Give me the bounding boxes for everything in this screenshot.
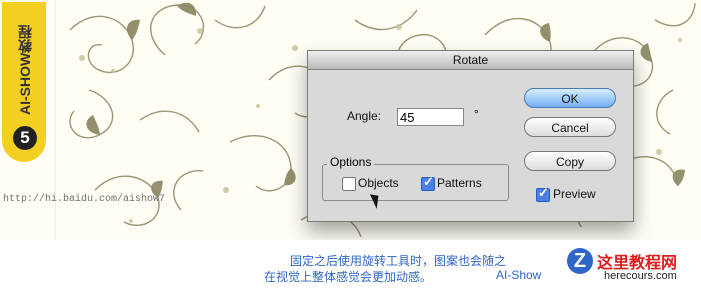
- site-logo-icon: Z: [567, 248, 593, 274]
- source-link-text: http://hi.baidu.com/aishow7: [3, 193, 165, 206]
- angle-label: Angle:: [347, 109, 382, 123]
- patterns-label: Patterns: [437, 176, 482, 190]
- options-label: Options: [327, 155, 375, 169]
- objects-checkbox-icon[interactable]: [342, 177, 356, 191]
- tutorial-brand-text: AI-SHOW教程: [17, 24, 33, 115]
- patterns-checkbox-icon[interactable]: [421, 174, 435, 191]
- caption-line-2: 在视觉上整体感觉会更加动感。: [264, 270, 433, 284]
- dialog-title: Rotate: [308, 51, 633, 70]
- angle-input[interactable]: 45: [397, 108, 464, 126]
- preview-label: Preview: [553, 187, 596, 201]
- rotate-dialog: Rotate Angle: 45 ° Options Objects Patte…: [307, 50, 634, 222]
- tutorial-image: AI-SHOW教程 5 http://hi.baidu.com/aishow7 …: [0, 0, 701, 289]
- ok-button[interactable]: OK: [524, 88, 616, 108]
- caption-line-1: 固定之后使用旋转工具时，图案也会随之: [290, 254, 507, 268]
- objects-label: Objects: [358, 176, 399, 190]
- step-number: 5: [13, 126, 37, 150]
- copy-button[interactable]: Copy: [524, 151, 616, 171]
- caption-credit: AI-Show: [496, 268, 542, 282]
- left-tutorial-sidebar: AI-SHOW教程 5 http://hi.baidu.com/aishow7: [0, 0, 165, 240]
- site-domain: herecours.com: [604, 270, 677, 282]
- degree-symbol: °: [474, 107, 479, 121]
- preview-checkbox-icon[interactable]: [536, 185, 550, 202]
- tutorial-brand-badge: AI-SHOW教程 5: [2, 2, 46, 162]
- cancel-button[interactable]: Cancel: [524, 117, 616, 137]
